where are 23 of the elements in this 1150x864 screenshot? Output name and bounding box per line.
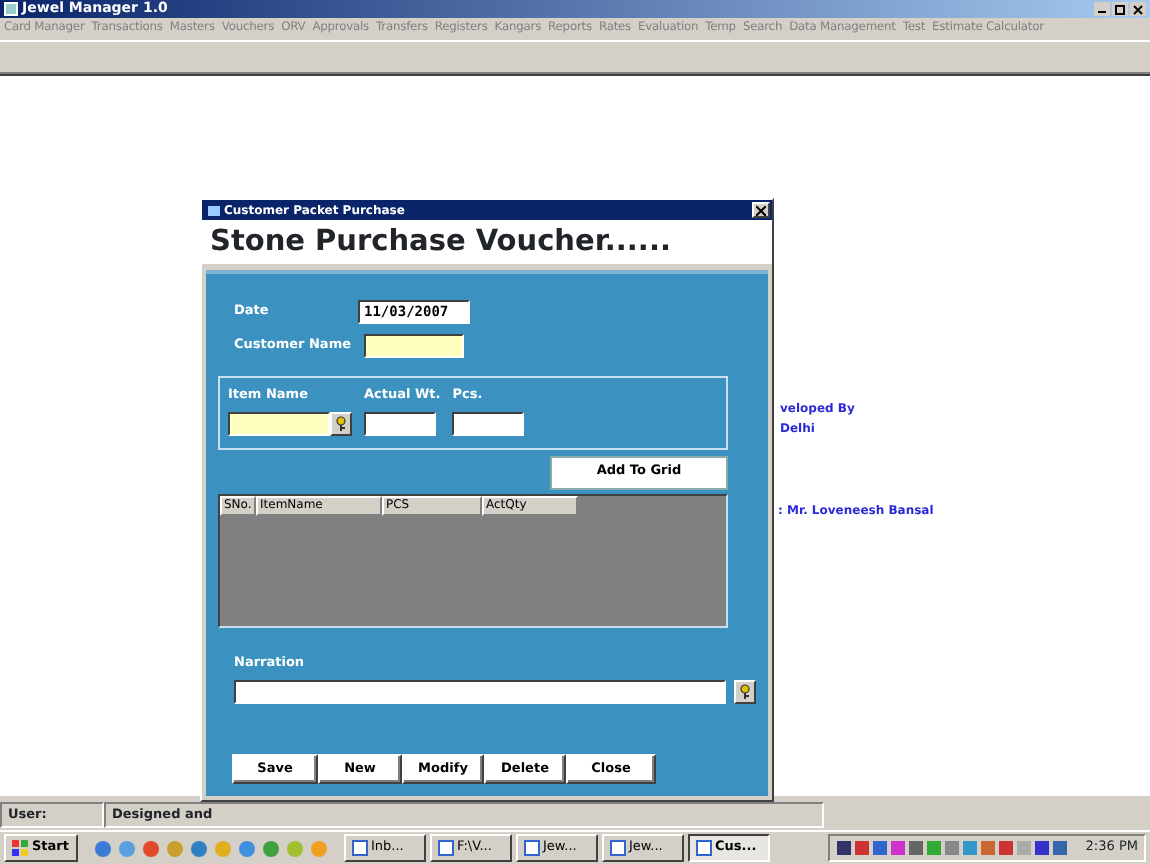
restore-icon[interactable]	[1112, 2, 1128, 16]
minimize-icon[interactable]	[1094, 2, 1110, 16]
actual-weight-field[interactable]	[364, 411, 436, 436]
pieces-field[interactable]	[452, 411, 525, 436]
item-name-field[interactable]	[228, 411, 330, 436]
window-icon	[351, 840, 367, 856]
window-icon	[695, 840, 711, 856]
close-button[interactable]	[752, 202, 770, 218]
lookup-button[interactable]	[330, 411, 352, 436]
dialog-icon	[208, 205, 220, 215]
lookup-button[interactable]	[734, 679, 756, 703]
window-icon	[523, 840, 539, 856]
close-icon	[756, 205, 766, 215]
windows-logo-icon	[12, 840, 28, 856]
voucher-heading: Stone Purchase Voucher......	[202, 220, 772, 264]
window-icon	[609, 840, 625, 856]
narration-field[interactable]	[234, 679, 727, 703]
close-icon[interactable]	[1130, 2, 1146, 16]
key-icon	[738, 683, 753, 699]
app-icon	[4, 2, 18, 16]
key-icon	[334, 415, 348, 432]
window-icon	[437, 840, 453, 856]
customer-name-field[interactable]	[364, 334, 464, 358]
